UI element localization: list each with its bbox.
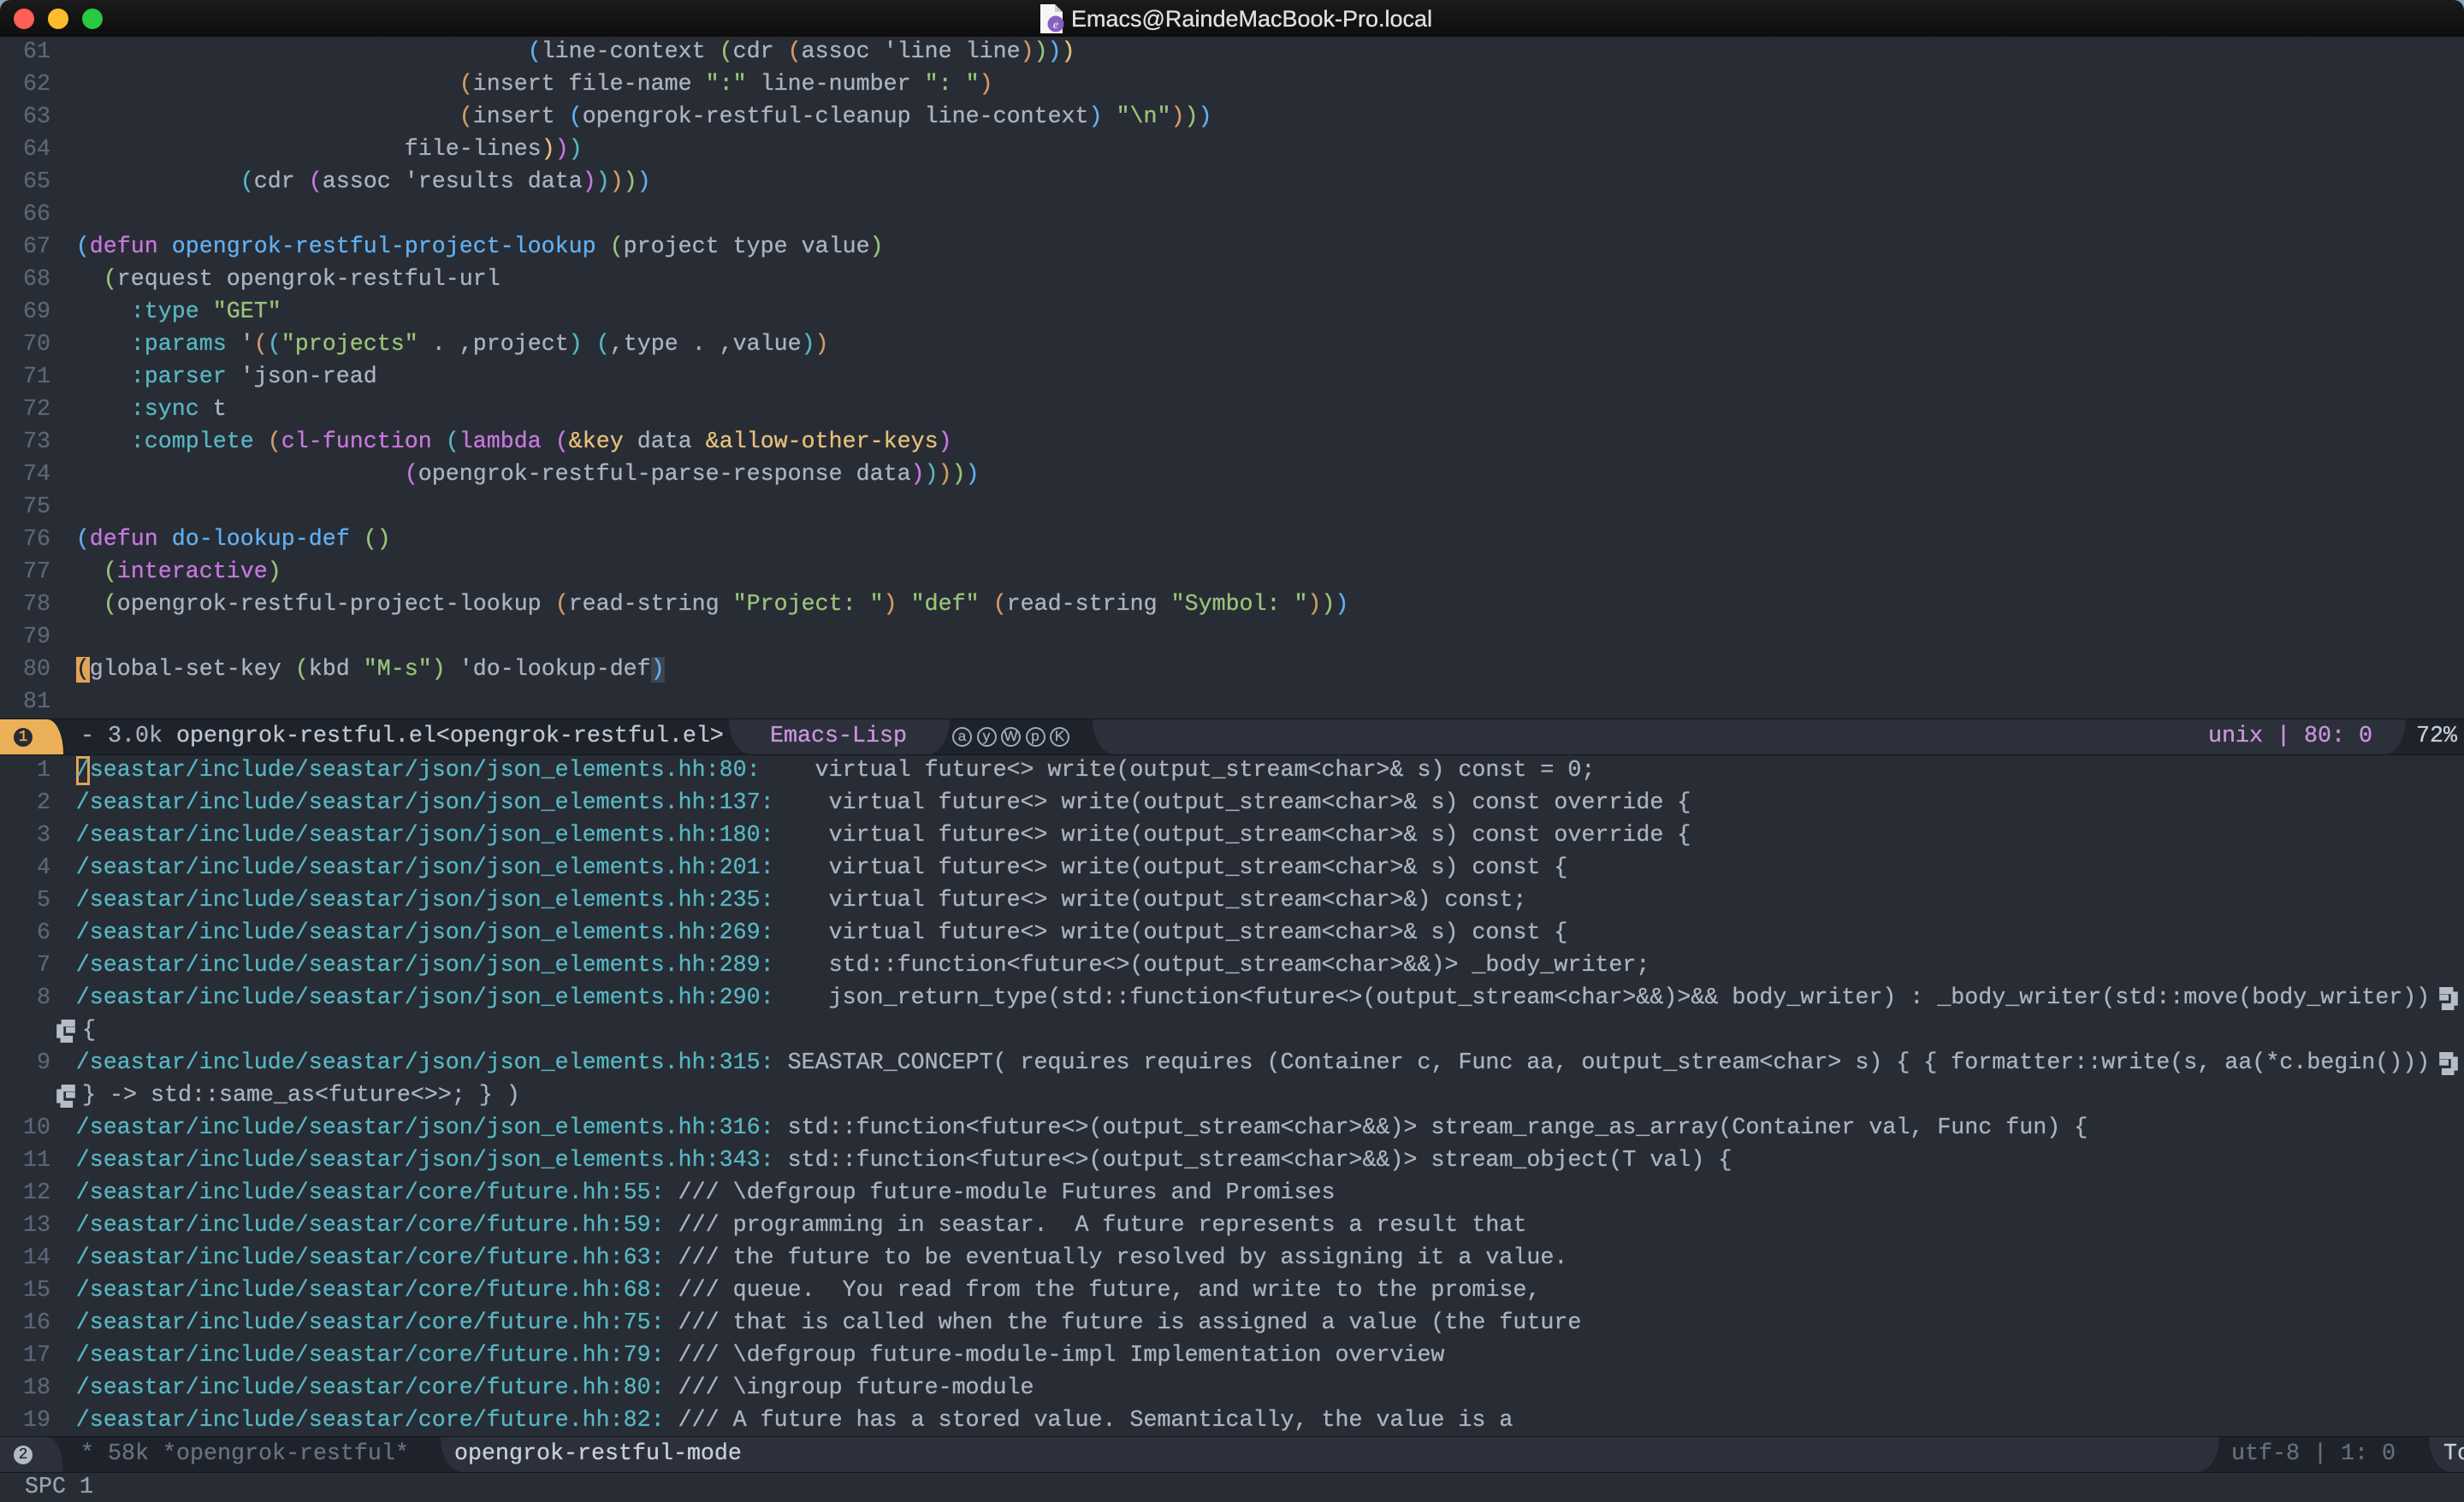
- svg-text:e: e: [1053, 19, 1058, 32]
